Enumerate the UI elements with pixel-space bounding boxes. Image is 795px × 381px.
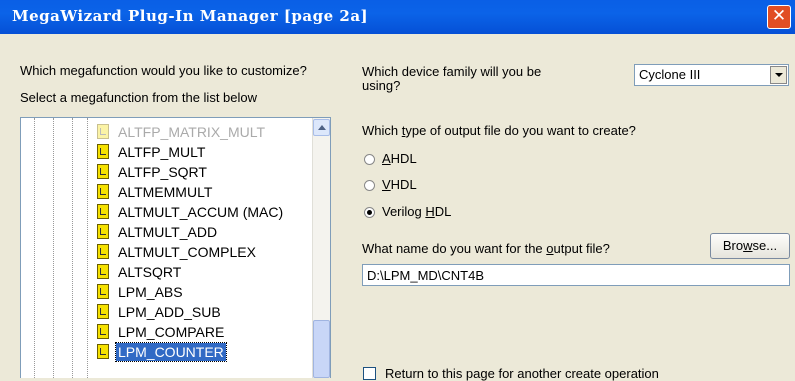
- megafunction-file-icon: [97, 144, 109, 159]
- tree-item-label: ALTMEMMULT: [118, 184, 213, 200]
- window-title: MegaWizard Plug-In Manager [page 2a]: [12, 7, 369, 25]
- megafunction-file-icon: [97, 124, 109, 139]
- tree-scrollbar[interactable]: [312, 118, 330, 378]
- radio-verilog-hdl[interactable]: [364, 207, 375, 218]
- megafunction-file-icon: [97, 244, 109, 259]
- megafunction-tree[interactable]: ALTFP_MATRIX_MULT ALTFP_MULT ALTFP_SQRT ALT…: [20, 117, 331, 378]
- tree-item-label: ALTSQRT: [118, 264, 182, 280]
- tree-item-label: LPM_COMPARE: [118, 324, 225, 340]
- radio-vhdl[interactable]: [364, 180, 375, 191]
- browse-button[interactable]: Browse...: [710, 233, 790, 259]
- radio-vhdl-label[interactable]: VHDL: [382, 177, 417, 192]
- tree-guide-line: [53, 118, 54, 378]
- megafunction-file-icon: [97, 184, 109, 199]
- chevron-down-icon[interactable]: [770, 66, 787, 84]
- output-name-question: What name do you want for the output fil…: [362, 241, 610, 256]
- tree-item-label: LPM_ABS: [118, 284, 183, 300]
- megafunction-question: Which megafunction would you like to cus…: [20, 63, 307, 78]
- tree-guide-line: [72, 118, 73, 378]
- megafunction-file-icon: [97, 344, 109, 359]
- output-file-input[interactable]: D:\LPM_MD\CNT4B: [362, 264, 790, 286]
- megafunction-file-icon: [97, 224, 109, 239]
- output-file-value: D:\LPM_MD\CNT4B: [367, 268, 485, 283]
- radio-ahdl-label[interactable]: AHDL: [382, 151, 417, 166]
- tree-item-label: LPM_COUNTER: [115, 342, 227, 362]
- title-bar: MegaWizard Plug-In Manager [page 2a] ✕: [0, 0, 795, 34]
- device-family-select[interactable]: Cyclone III: [634, 64, 789, 86]
- scroll-thumb[interactable]: [313, 320, 330, 378]
- tree-guide-line: [87, 118, 88, 378]
- output-type-question: Which type of output file do you want to…: [362, 123, 636, 138]
- return-page-label[interactable]: Return to this page for another create o…: [385, 366, 659, 381]
- tree-item-label: ALTFP_SQRT: [118, 164, 207, 180]
- close-icon: ✕: [771, 6, 787, 26]
- tree-item-label: ALTMULT_ADD: [118, 224, 218, 240]
- megafunction-file-icon: [97, 304, 109, 319]
- megafunction-file-icon: [97, 324, 109, 339]
- tree-guide-line: [34, 118, 35, 378]
- scroll-up-arrow-icon[interactable]: [313, 119, 330, 136]
- tree-item-label: ALTMULT_COMPLEX: [118, 244, 256, 260]
- megafunction-file-icon: [97, 284, 109, 299]
- radio-verilog-hdl-label[interactable]: Verilog HDL: [382, 204, 451, 219]
- close-button[interactable]: ✕: [767, 5, 791, 29]
- radio-ahdl[interactable]: [364, 154, 375, 165]
- tree-item-label: ALTMULT_ACCUM (MAC): [118, 204, 284, 220]
- return-page-checkbox[interactable]: [363, 367, 376, 380]
- megafunction-file-icon: [97, 204, 109, 219]
- megafunction-file-icon: [97, 164, 109, 179]
- tree-item-label: LPM_ADD_SUB: [118, 304, 221, 320]
- megafunction-file-icon: [97, 264, 109, 279]
- device-family-question: Which device family will you be using?: [362, 64, 542, 93]
- megafunction-instruction: Select a megafunction from the list belo…: [20, 90, 258, 105]
- tree-item-label: ALTFP_MATRIX_MULT: [118, 124, 266, 140]
- device-family-value: Cyclone III: [639, 67, 701, 82]
- tree-item-label: ALTFP_MULT: [118, 144, 206, 160]
